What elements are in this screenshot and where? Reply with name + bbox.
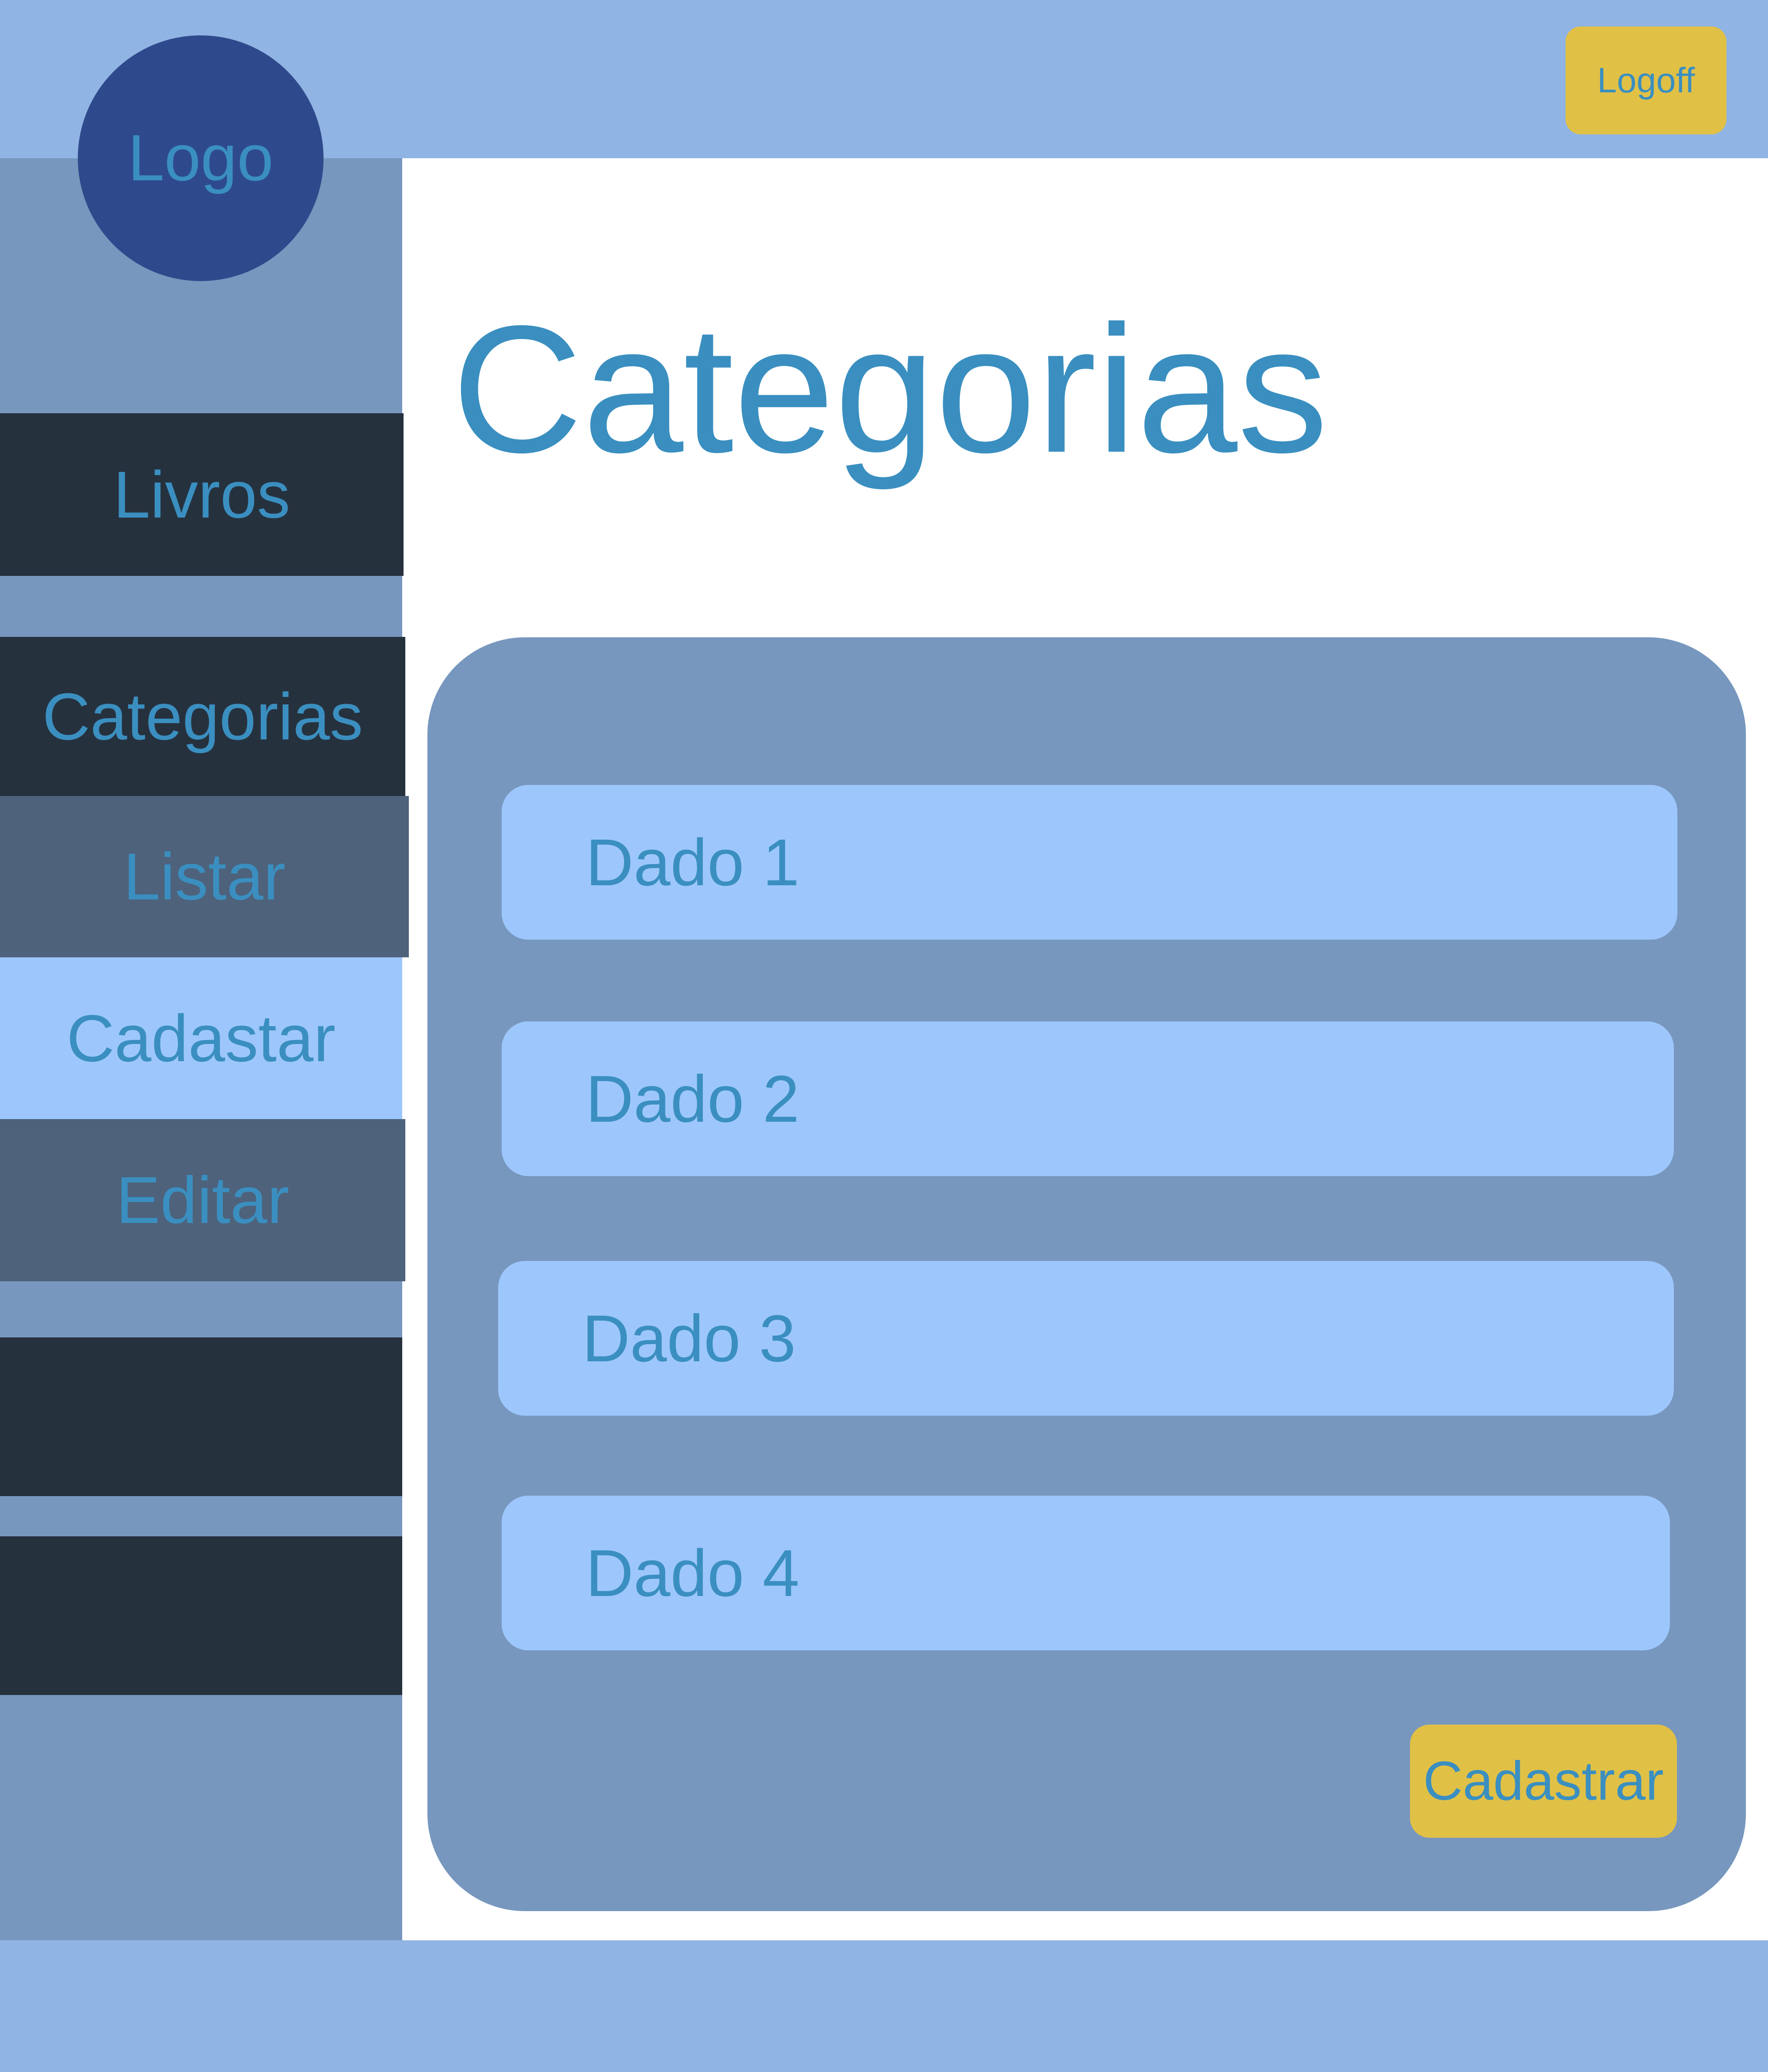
logoff-button[interactable]: Logoff <box>1566 27 1726 134</box>
list-item-dado-3[interactable]: Dado 3 <box>498 1261 1674 1416</box>
sidebar-item-cadastar[interactable]: Cadastar <box>0 957 402 1119</box>
page-title: Categorias <box>452 287 1328 490</box>
sidebar-item-categorias[interactable]: Categorias <box>0 637 405 796</box>
sidebar-item-livros[interactable]: Livros <box>0 413 404 576</box>
cadastrar-button[interactable]: Cadastrar <box>1410 1725 1677 1838</box>
sidebar-item-editar[interactable]: Editar <box>0 1119 405 1281</box>
list-item-dado-2[interactable]: Dado 2 <box>502 1021 1674 1176</box>
footer-bar <box>0 1940 1768 2072</box>
logo[interactable]: Logo <box>78 35 324 281</box>
sidebar-item-empty-1[interactable] <box>0 1337 402 1496</box>
sidebar-item-listar[interactable]: Listar <box>0 796 409 957</box>
sidebar-item-empty-2[interactable] <box>0 1536 402 1695</box>
list-item-dado-1[interactable]: Dado 1 <box>502 785 1677 940</box>
list-item-dado-4[interactable]: Dado 4 <box>502 1496 1670 1650</box>
